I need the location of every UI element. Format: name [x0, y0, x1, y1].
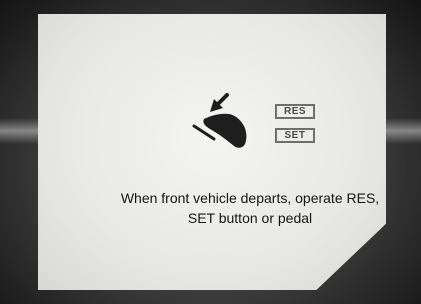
- foot-icon: [203, 113, 247, 148]
- down-left-arrow-icon: [210, 93, 229, 112]
- pedal-instruction-graphic: RES SET: [188, 89, 318, 159]
- display-bezel: RES SET When front vehicle departs, oper…: [0, 0, 421, 304]
- info-display-screen: RES SET When front vehicle departs, oper…: [38, 14, 386, 290]
- foot-pressing-pedal-icon: [192, 93, 247, 148]
- res-button-label: RES: [275, 104, 315, 119]
- instruction-message: When front vehicle departs, operate RES,…: [120, 190, 380, 226]
- set-button-label: SET: [275, 128, 315, 143]
